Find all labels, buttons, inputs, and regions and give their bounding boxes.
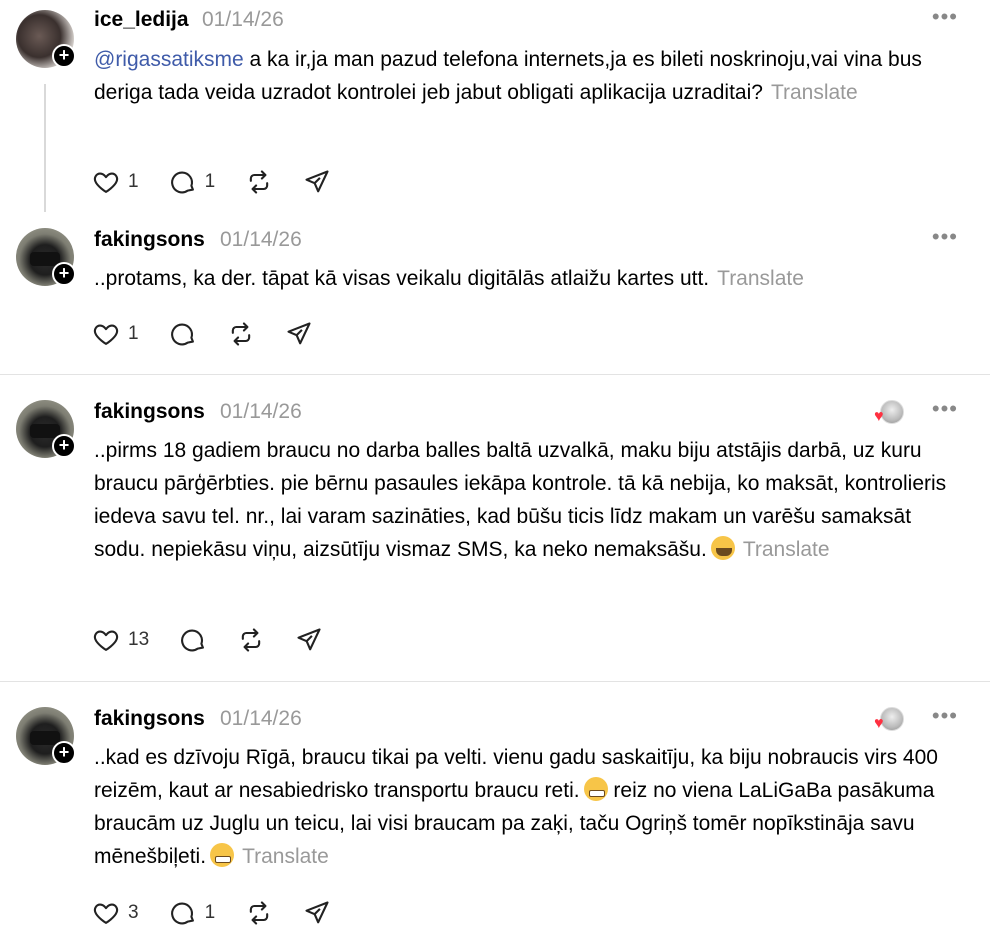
timestamp[interactable]: 01/14/26 — [202, 8, 284, 32]
post-text: @rigassatiksme a ka ir,ja man pazud tele… — [94, 43, 964, 109]
username[interactable]: fakingsons — [94, 228, 205, 252]
post-body: ..protams, ka der. tāpat kā visas veikal… — [94, 267, 710, 290]
more-options-icon[interactable]: ••• — [932, 224, 958, 250]
comment-icon — [181, 629, 205, 652]
liker-avatar — [880, 400, 904, 424]
post-divider — [0, 374, 990, 375]
comment-icon — [170, 323, 194, 346]
share-button[interactable] — [295, 625, 323, 655]
reply-count: 1 — [204, 171, 216, 192]
post-actions: 1 — [92, 319, 343, 349]
share-button[interactable] — [303, 898, 331, 928]
heart-badge-icon: ♥ — [874, 715, 884, 732]
post-text: ..kad es dzīvoju Rīgā, braucu tikai pa v… — [94, 741, 964, 873]
reply-button[interactable]: 1 — [169, 898, 216, 928]
post-actions: 13 — [92, 625, 353, 655]
heart-icon — [93, 630, 119, 651]
repost-button[interactable] — [245, 167, 273, 197]
heart-badge-icon: ♥ — [874, 408, 884, 425]
like-button[interactable]: 13 — [92, 625, 149, 655]
comment-icon — [170, 171, 194, 194]
heart-icon — [93, 903, 119, 924]
post-actions: 1 1 — [92, 167, 361, 197]
reply-button[interactable] — [179, 625, 207, 655]
grinning-face-emoji — [583, 777, 608, 801]
repost-icon — [231, 322, 250, 346]
repost-icon — [249, 901, 269, 925]
more-options-icon[interactable]: ••• — [932, 703, 958, 729]
like-count: 13 — [128, 629, 150, 650]
share-button[interactable] — [303, 167, 331, 197]
follow-plus-icon[interactable]: + — [52, 262, 76, 286]
liked-by-avatars[interactable]: ♥ — [874, 707, 904, 733]
username[interactable]: ice_ledija — [94, 8, 189, 32]
liked-by-avatars[interactable]: ♥ — [874, 400, 904, 426]
mention-link[interactable]: @rigassatiksme — [94, 48, 244, 71]
heart-icon — [93, 172, 119, 193]
translate-link[interactable]: Translate — [771, 81, 858, 104]
follow-plus-icon[interactable]: + — [52, 44, 76, 68]
repost-button[interactable] — [245, 898, 273, 928]
repost-button[interactable] — [237, 625, 265, 655]
comment-icon — [170, 902, 194, 925]
grinning-face-emoji — [210, 843, 235, 867]
like-count: 3 — [128, 902, 139, 923]
username[interactable]: fakingsons — [94, 707, 205, 731]
timestamp[interactable]: 01/14/26 — [220, 228, 302, 252]
send-icon — [305, 170, 329, 193]
nerd-face-emoji — [710, 536, 735, 560]
post-text: ..pirms 18 gadiem braucu no darba balles… — [94, 434, 964, 566]
like-button[interactable]: 1 — [92, 319, 139, 349]
like-count: 1 — [128, 323, 139, 344]
translate-link[interactable]: Translate — [717, 267, 804, 290]
like-button[interactable]: 1 — [92, 167, 139, 197]
translate-link[interactable]: Translate — [743, 538, 830, 561]
liker-avatar — [880, 707, 904, 731]
like-button[interactable]: 3 — [92, 898, 139, 928]
post-text: ..protams, ka der. tāpat kā visas veikal… — [94, 262, 964, 295]
send-icon — [305, 901, 329, 924]
repost-icon — [241, 628, 261, 652]
thread-line — [44, 84, 46, 212]
post-divider — [0, 681, 990, 682]
share-button[interactable] — [285, 319, 313, 349]
repost-button[interactable] — [227, 319, 255, 349]
follow-plus-icon[interactable]: + — [52, 434, 76, 458]
more-options-icon[interactable]: ••• — [932, 4, 958, 30]
repost-icon — [249, 170, 269, 194]
reply-count: 1 — [204, 902, 216, 923]
heart-icon — [93, 324, 119, 345]
post-actions: 3 1 — [92, 898, 361, 928]
send-icon — [287, 322, 311, 345]
follow-plus-icon[interactable]: + — [52, 741, 76, 765]
timestamp[interactable]: 01/14/26 — [220, 400, 302, 424]
like-count: 1 — [128, 171, 139, 192]
more-options-icon[interactable]: ••• — [932, 396, 958, 422]
reply-button[interactable]: 1 — [169, 167, 216, 197]
timestamp[interactable]: 01/14/26 — [220, 707, 302, 731]
send-icon — [297, 628, 321, 651]
translate-link[interactable]: Translate — [242, 845, 329, 868]
reply-button[interactable] — [169, 319, 197, 349]
username[interactable]: fakingsons — [94, 400, 205, 424]
